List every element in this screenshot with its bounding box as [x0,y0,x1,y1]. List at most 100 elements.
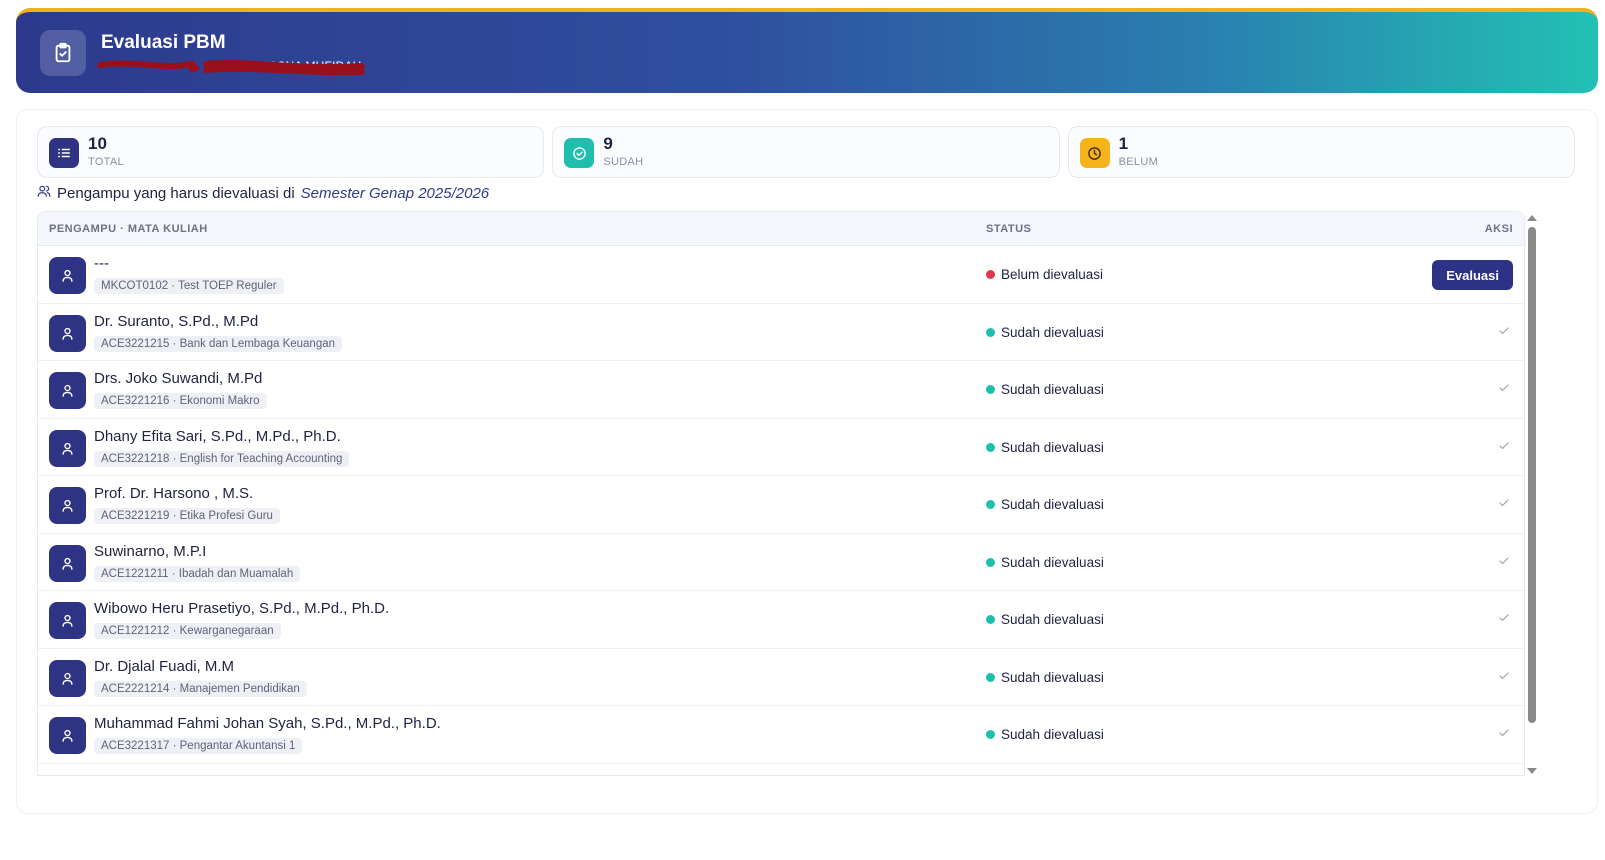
stat-pending: 1 BELUM [1067,126,1575,178]
table-row: Dr. Suranto, S.Pd., M.Pd ACE3221215 · Ban… [38,304,1524,361]
table-scrollbar[interactable] [1525,211,1539,776]
table-row: Suwinarno, M.P.I ACE1221211 · Ibadah dan … [38,534,1524,591]
status-dot [986,500,995,509]
status-dot [986,442,995,452]
lecturer-name: Drs. Joko Suwandi, M.Pd [94,370,263,387]
table-row: Wibowo Heru Prasetiyo, S.Pd., M.Pd., Ph.… [38,591,1524,649]
status-indicator: Sudah dievaluasi [986,325,1104,340]
status-text: Sudah dievaluasi [1001,669,1104,685]
status-dot [986,615,995,624]
status-dot [986,270,995,279]
course-code-badge: ACE3221218 · English for Teaching Accoun… [94,450,350,467]
course-code-badge: MKCOT0102 · Test TOEP Reguler [94,278,284,294]
table-row: Fina Azulfa, S.Pd., M.Pd [38,764,1524,776]
status-indicator: Sudah dievaluasi [986,497,1104,512]
status-text: Sudah dievaluasi [1001,497,1104,512]
col-pengampu: PENGAMPU · MATA KULIAH [49,223,208,235]
evaluation-card: 10 TOTAL 9 SUDAH 1 BELUM Pengampu yang h… [16,109,1598,814]
table-row: Prof. Dr. Harsono , M.S. ACE3221219 · Eti… [38,476,1524,534]
avatar-user-icon [49,314,86,352]
check-icon [1498,439,1510,457]
clock-icon [1079,138,1110,168]
lecturer-name: Dr. Suranto, S.Pd., M.Pd [94,312,259,330]
status-indicator: Belum dievaluasi [986,267,1103,282]
check-circle-icon [564,138,595,168]
stat-done-label: SUDAH [603,156,644,168]
status-dot [986,385,995,394]
status-indicator: Sudah dievaluasi [986,670,1104,685]
stat-total: 10 TOTAL [37,126,545,178]
status-indicator: Sudah dievaluasi [986,382,1104,397]
course-code-badge: ACE3221216 · Ekonomi Makro [94,393,267,409]
lecturer-name: Suwinarno, M.P.I [94,542,207,560]
col-aksi: AKSI [1484,223,1513,235]
course-code-badge: ACE2221214 · Manajemen Pendidikan [94,680,307,697]
status-dot [986,672,995,682]
clipboard-check-icon [40,30,86,76]
scroll-down-arrow[interactable] [1527,768,1537,774]
list-icon [49,138,79,168]
stat-pending-label: BELUM [1118,156,1159,168]
lecturer-name: Muhammad Fahmi Johan Syah, S.Pd., M.Pd.,… [94,715,441,732]
page-header: Evaluasi PBM • MASNA MUFIDAH [16,8,1598,93]
lecturer-name: Wibowo Heru Prasetiyo, S.Pd., M.Pd., Ph.… [94,600,390,617]
stat-done: 9 SUDAH [552,126,1060,178]
section-title-text: Pengampu yang harus dievaluasi di [57,184,295,202]
course-code-badge: ACE1221211 · Ibadah dan Muamalah [94,565,301,582]
users-icon [37,184,51,202]
course-code-badge: ACE3221219 · Etika Profesi Guru [94,508,280,524]
status-indicator: Sudah dievaluasi [986,555,1104,570]
avatar-user-icon [49,774,86,775]
course-code-badge: ACE3221215 · Bank dan Lembaga Keuangan [94,335,343,352]
table-row: Dhany Efita Sari, S.Pd., M.Pd., Ph.D. ACE… [38,419,1524,476]
status-indicator: Sudah dievaluasi [986,727,1104,742]
avatar-user-icon [49,717,86,754]
page-title: Evaluasi PBM [101,32,226,53]
check-icon [1498,726,1510,744]
avatar-user-icon [49,602,86,639]
status-dot [986,327,995,337]
status-text: Sudah dievaluasi [1001,554,1104,570]
status-text: Sudah dievaluasi [1001,324,1104,340]
status-dot [986,557,995,567]
status-indicator: Sudah dievaluasi [986,440,1104,455]
avatar-user-icon [49,659,86,697]
stat-total-label: TOTAL [88,156,124,168]
lecturer-name: Fina Azulfa, S.Pd., M.Pd [94,773,257,776]
avatar-user-icon [49,257,86,294]
stat-done-value: 9 [603,134,613,153]
avatar-user-icon [49,487,86,524]
lecturer-name: --- [94,255,109,272]
course-code-badge: ACE1221212 · Kewarganegaraan [94,623,281,639]
check-icon [1498,669,1510,687]
check-icon [1498,611,1510,629]
check-icon [1498,381,1510,399]
table-body: --- MKCOT0102 · Test TOEP Reguler Belum di… [38,246,1524,776]
status-text: Belum dievaluasi [1001,267,1104,282]
scrollbar-thumb[interactable] [1528,227,1536,723]
lecturer-table: PENGAMPU · MATA KULIAH STATUS AKSI --- MK… [37,211,1525,776]
stat-total-value: 10 [88,134,107,153]
table-row: Drs. Joko Suwandi, M.Pd ACE3221216 · Ekon… [38,361,1524,419]
col-status: STATUS [986,223,1032,235]
scroll-up-arrow[interactable] [1527,215,1537,221]
status-text: Sudah dievaluasi [1001,612,1104,627]
table-row: Muhammad Fahmi Johan Syah, S.Pd., M.Pd.,… [38,706,1524,764]
avatar-user-icon [49,372,86,409]
check-icon [1498,496,1510,514]
status-indicator: Sudah dievaluasi [986,612,1104,627]
lecturer-name: Dr. Djalal Fuadi, M.M [94,657,235,675]
status-text: Sudah dievaluasi [1001,382,1104,397]
status-dot [986,730,995,739]
check-icon [1498,554,1510,572]
section-title: Pengampu yang harus dievaluasi di Semest… [37,183,489,203]
stat-pending-value: 1 [1118,134,1129,153]
lecturer-name: Dhany Efita Sari, S.Pd., M.Pd., Ph.D. [94,427,341,445]
evaluate-button[interactable]: Evaluasi [1432,260,1513,290]
check-icon [1498,324,1510,342]
redaction-scribble [97,60,365,76]
status-text: Sudah dievaluasi [1001,439,1104,455]
avatar-user-icon [49,429,86,467]
lecturer-name: Prof. Dr. Harsono , M.S. [94,485,254,502]
table-row: Dr. Djalal Fuadi, M.M ACE2221214 · Manaje… [38,649,1524,706]
